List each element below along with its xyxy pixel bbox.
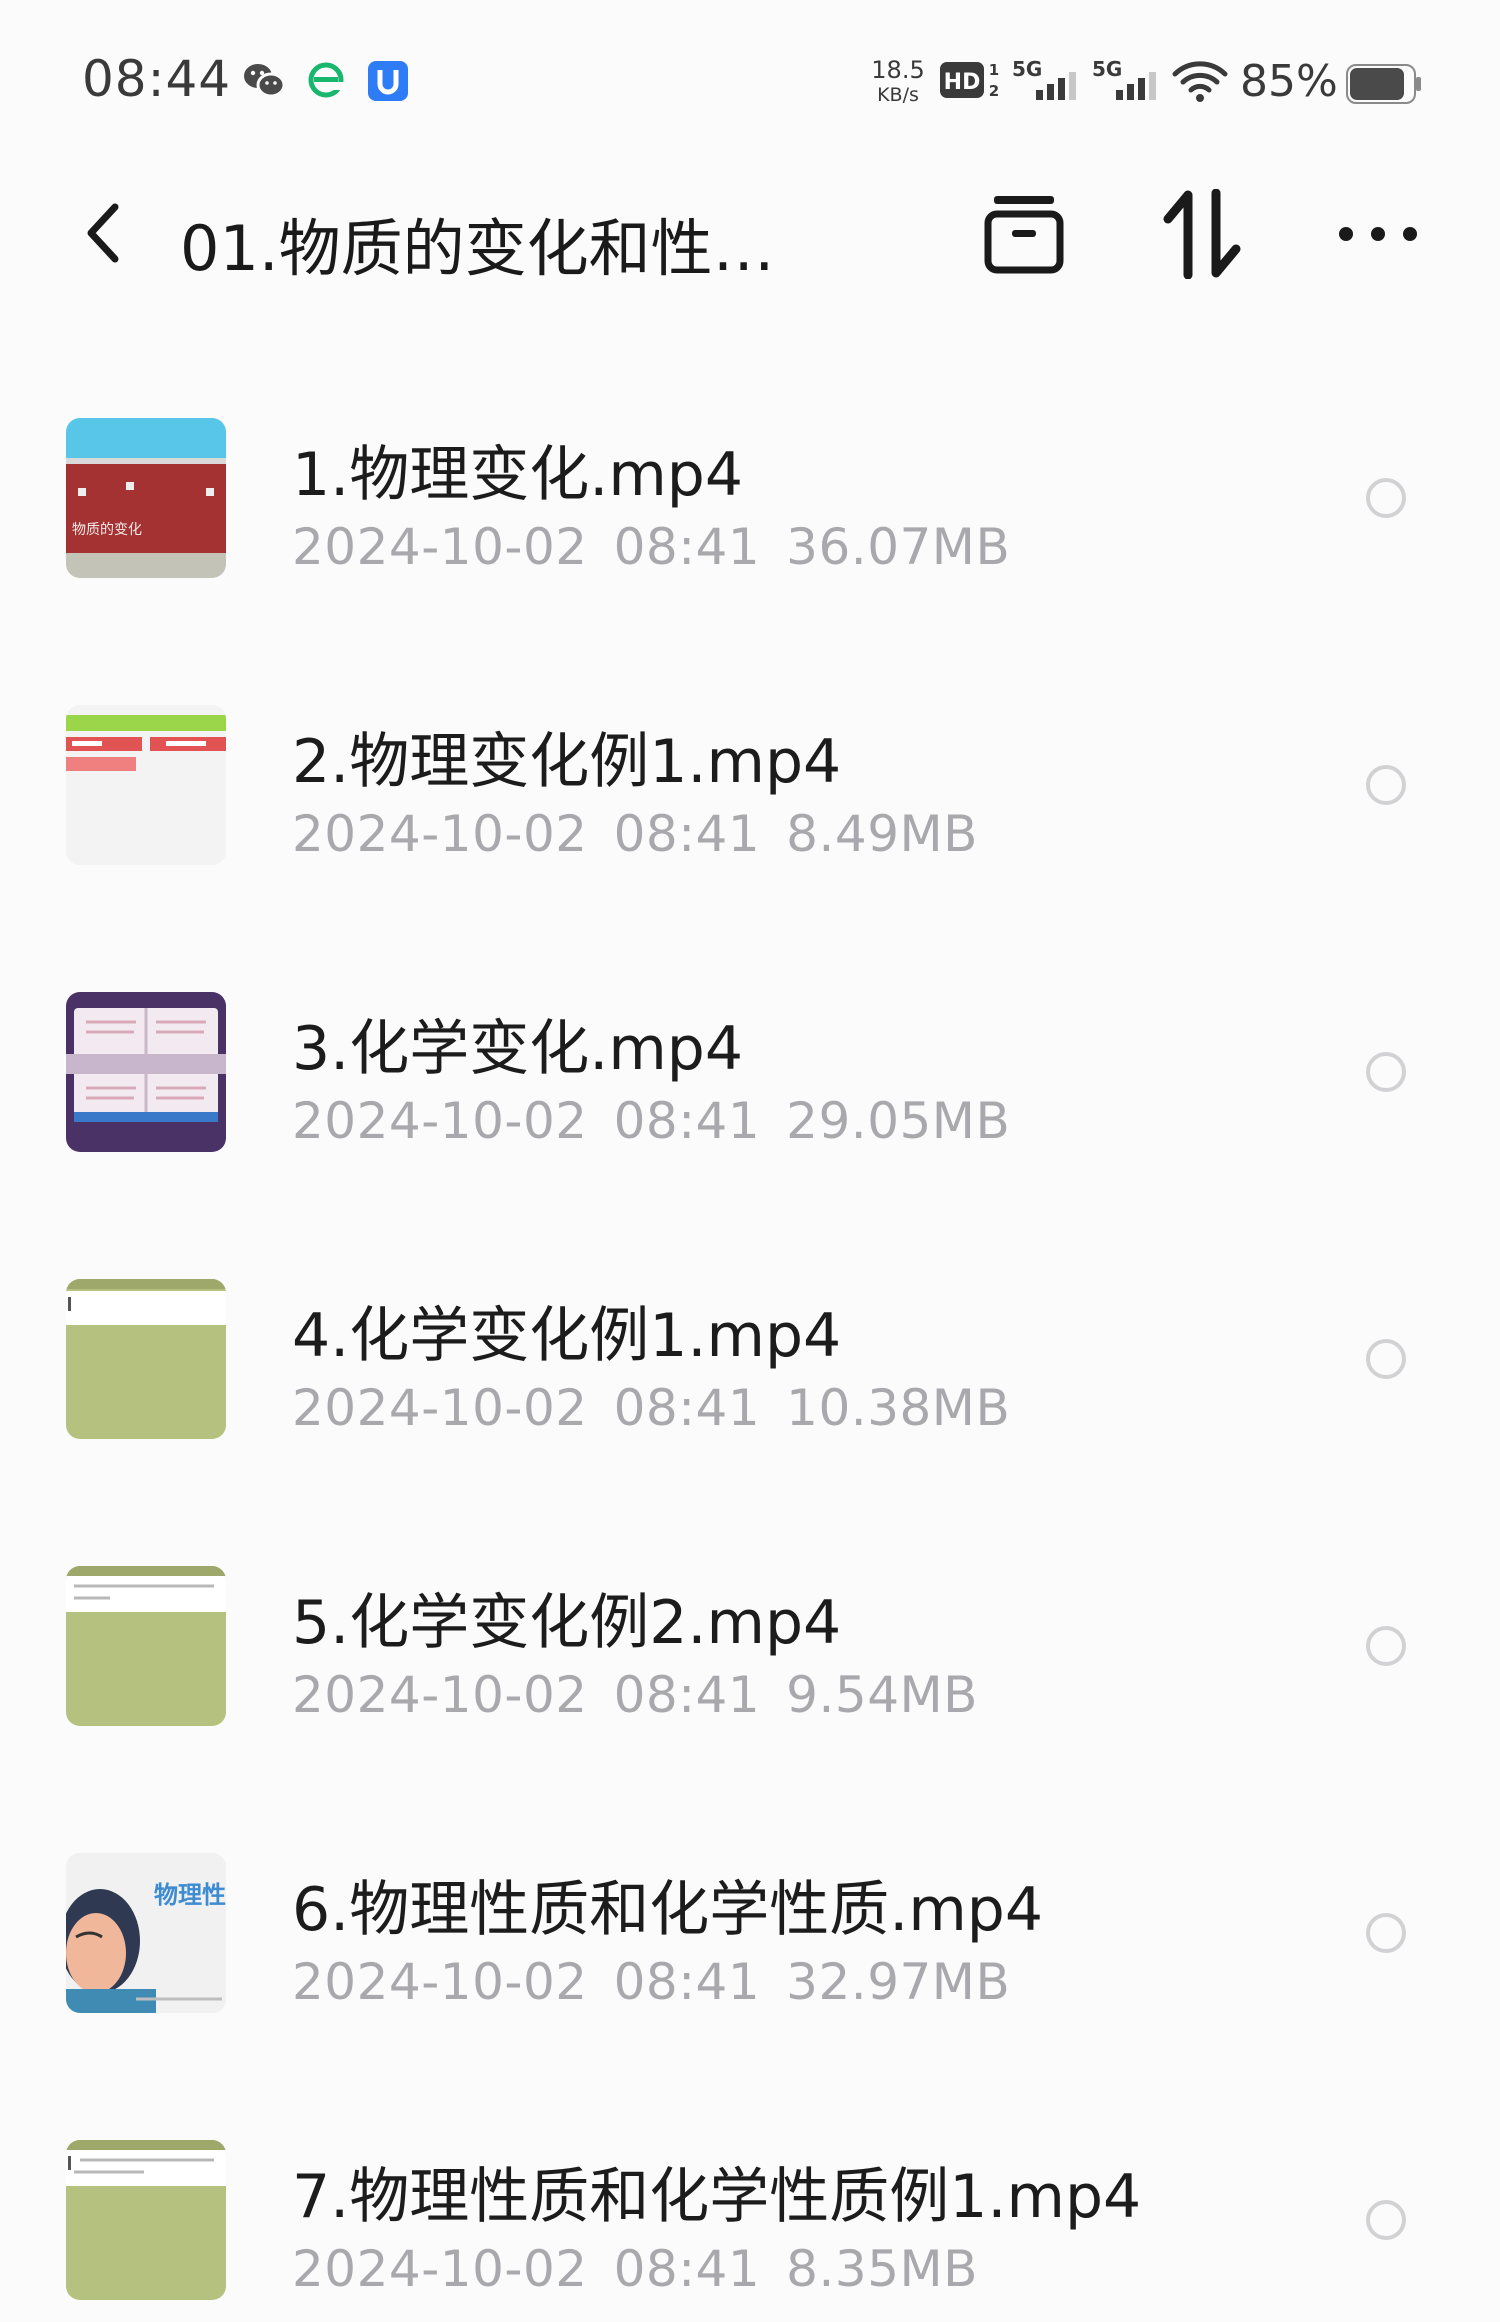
file-time: 08:41 [613,805,761,863]
video-thumbnail [66,992,226,1152]
battery-percent: 85% [1240,56,1338,107]
file-name: 7.物理性质和化学性质例1.mp4 [292,2162,1142,2232]
archive-button[interactable] [976,188,1072,284]
file-time: 08:41 [613,1379,761,1437]
file-time: 08:41 [613,2240,761,2298]
file-size: 8.35MB [786,2240,978,2298]
file-size: 36.07MB [786,518,1011,576]
svg-text:5G: 5G [1012,57,1042,81]
file-time: 08:41 [613,518,761,576]
file-browser-screen: 08:44 18.5 KB/s HD 1 2 5G 5G 85% 01.物质的变… [0,0,1500,2322]
select-radio[interactable] [1366,1626,1406,1666]
select-radio[interactable] [1366,1052,1406,1092]
file-date: 2024-10-02 [292,2240,588,2298]
file-row[interactable]: 4.化学变化例1.mp4 2024-10-02 08:41 10.38MB [0,1231,1500,1439]
status-bar: 08:44 18.5 KB/s HD 1 2 5G 5G 85% [0,0,1500,170]
browser-icon [306,60,346,104]
video-thumbnail [66,1566,226,1726]
file-row[interactable]: 物质的变化 1.物理变化.mp4 2024-10-02 08:41 36.07MB [0,370,1500,578]
video-thumbnail: 物质的变化 [66,418,226,578]
file-row[interactable]: 物理性 6.物理性质和化学性质.mp4 2024-10-02 08:41 32.97… [0,1805,1500,2013]
select-radio[interactable] [1366,1913,1406,1953]
status-time: 08:44 [82,50,232,108]
file-time: 08:41 [613,1666,761,1724]
more-options-button[interactable] [1330,188,1426,284]
file-size: 8.49MB [786,805,978,863]
file-name: 2.物理变化例1.mp4 [292,727,842,797]
file-name: 1.物理变化.mp4 [292,440,744,510]
back-button[interactable] [68,200,138,270]
file-row[interactable]: 7.物理性质和化学性质例1.mp4 2024-10-02 08:41 8.35MB [0,2092,1500,2300]
battery-icon [1346,64,1422,134]
video-thumbnail [66,705,226,865]
file-date: 2024-10-02 [292,1953,588,2011]
hd-voice-icon: HD 1 2 [940,58,1004,128]
file-date: 2024-10-02 [292,1092,588,1150]
cellular-signal-1-icon: 5G [1012,56,1082,126]
file-name: 6.物理性质和化学性质.mp4 [292,1875,1044,1945]
svg-text:1: 1 [989,61,999,79]
file-row[interactable]: 5.化学变化例2.mp4 2024-10-02 08:41 9.54MB [0,1518,1500,1726]
file-row[interactable]: 3.化学变化.mp4 2024-10-02 08:41 29.05MB [0,944,1500,1152]
file-meta: 2024-10-02 08:41 8.49MB [292,805,1004,863]
video-thumbnail: 物理性 [66,1853,226,2013]
select-radio[interactable] [1366,478,1406,518]
select-radio[interactable] [1366,1339,1406,1379]
network-speed-value: 18.5 [871,56,925,84]
video-thumbnail [66,1279,226,1439]
file-time: 08:41 [613,1953,761,2011]
thumbnail-caption: 物质的变化 [72,522,142,538]
file-meta: 2024-10-02 08:41 8.35MB [292,2240,1004,2298]
page-title: 01.物质的变化和性… [180,212,775,285]
more-icon [1336,222,1420,250]
svg-text:HD: HD [944,70,981,95]
shield-app-icon [367,60,409,106]
file-size: 9.54MB [786,1666,978,1724]
file-meta: 2024-10-02 08:41 9.54MB [292,1666,1004,1724]
file-name: 3.化学变化.mp4 [292,1014,744,1084]
wifi-icon [1172,60,1228,130]
file-meta: 2024-10-02 08:41 29.05MB [292,1092,1036,1150]
select-radio[interactable] [1366,765,1406,805]
file-date: 2024-10-02 [292,1379,588,1437]
file-date: 2024-10-02 [292,518,588,576]
file-date: 2024-10-02 [292,1666,588,1724]
wechat-icon [242,60,286,104]
network-speed: 18.5 KB/s [868,58,928,128]
svg-text:2: 2 [989,82,999,100]
thumbnail-caption: 物理性 [154,1881,226,1909]
sort-button[interactable] [1154,188,1250,284]
file-size: 29.05MB [786,1092,1011,1150]
file-meta: 2024-10-02 08:41 32.97MB [292,1953,1036,2011]
sort-icon [1160,188,1244,283]
video-thumbnail [66,2140,226,2300]
title-bar: 01.物质的变化和性… [0,170,1500,300]
file-meta: 2024-10-02 08:41 36.07MB [292,518,1036,576]
cellular-signal-2-icon: 5G [1092,56,1162,126]
archive-icon [982,192,1066,280]
file-row[interactable]: 2.物理变化例1.mp4 2024-10-02 08:41 8.49MB [0,657,1500,865]
file-size: 32.97MB [786,1953,1011,2011]
file-name: 4.化学变化例1.mp4 [292,1301,842,1371]
file-name: 5.化学变化例2.mp4 [292,1588,842,1658]
file-time: 08:41 [613,1092,761,1150]
file-size: 10.38MB [786,1379,1011,1437]
file-date: 2024-10-02 [292,805,588,863]
svg-text:5G: 5G [1092,57,1122,81]
file-meta: 2024-10-02 08:41 10.38MB [292,1379,1036,1437]
chevron-left-icon [83,201,123,269]
select-radio[interactable] [1366,2200,1406,2240]
network-speed-unit: KB/s [877,84,919,106]
